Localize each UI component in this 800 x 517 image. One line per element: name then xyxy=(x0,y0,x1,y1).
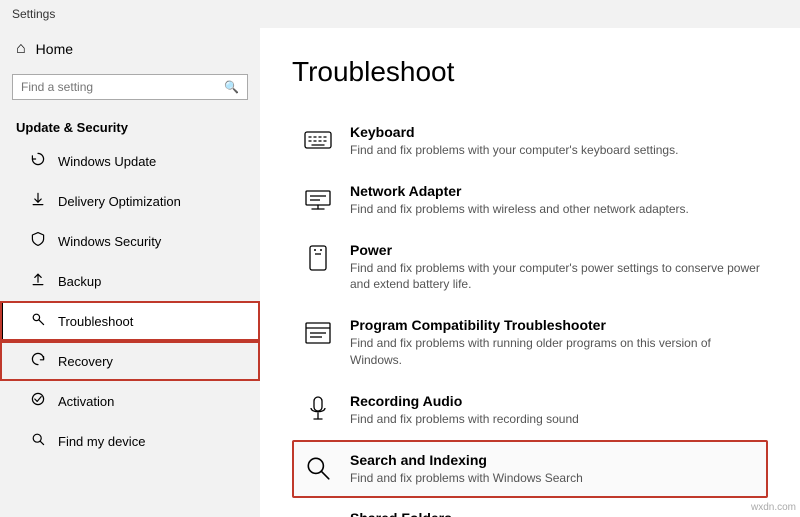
content-area: Troubleshoot xyxy=(260,28,800,517)
search-box[interactable]: 🔍 xyxy=(12,74,248,100)
sidebar-label-recovery: Recovery xyxy=(58,354,113,369)
folders-title: Shared Folders xyxy=(350,510,744,517)
search-input[interactable] xyxy=(21,80,224,94)
sidebar-label-windows-security: Windows Security xyxy=(58,234,161,249)
sidebar-item-home[interactable]: ⌂ Home xyxy=(0,28,260,70)
search-desc: Find and fix problems with Windows Searc… xyxy=(350,470,583,487)
sidebar-item-windows-security[interactable]: Windows Security xyxy=(0,221,260,261)
sidebar-item-windows-update[interactable]: Windows Update xyxy=(0,141,260,181)
power-title: Power xyxy=(350,242,760,258)
keyboard-desc: Find and fix problems with your computer… xyxy=(350,142,678,159)
home-label: Home xyxy=(36,41,73,57)
program-text: Program Compatibility Troubleshooter Fin… xyxy=(350,317,760,369)
troubleshoot-item-keyboard[interactable]: Keyboard Find and fix problems with your… xyxy=(292,112,768,171)
folders-text: Shared Folders Find and fix problems wit… xyxy=(350,510,744,517)
program-desc: Find and fix problems with running older… xyxy=(350,335,760,369)
keyboard-icon xyxy=(300,124,336,154)
watermark: wxdn.com xyxy=(751,502,796,513)
sidebar: ⌂ Home 🔍 Update & Security Windows Updat… xyxy=(0,28,260,517)
sidebar-label-find-my-device: Find my device xyxy=(58,434,145,449)
network-desc: Find and fix problems with wireless and … xyxy=(350,201,689,218)
find-my-device-icon xyxy=(28,431,48,451)
program-icon xyxy=(300,317,336,347)
keyboard-title: Keyboard xyxy=(350,124,678,140)
troubleshoot-item-program[interactable]: Program Compatibility Troubleshooter Fin… xyxy=(292,305,768,381)
audio-text: Recording Audio Find and fix problems wi… xyxy=(350,393,579,428)
audio-title: Recording Audio xyxy=(350,393,579,409)
search-and-indexing-icon xyxy=(300,452,336,482)
network-icon xyxy=(300,183,336,213)
page-title: Troubleshoot xyxy=(292,56,768,88)
sidebar-label-troubleshoot: Troubleshoot xyxy=(58,314,133,329)
windows-update-icon xyxy=(28,151,48,171)
search-text: Search and Indexing Find and fix problem… xyxy=(350,452,583,487)
keyboard-text: Keyboard Find and fix problems with your… xyxy=(350,124,678,159)
troubleshoot-item-power[interactable]: Power Find and fix problems with your co… xyxy=(292,230,768,306)
sidebar-item-backup[interactable]: Backup xyxy=(0,261,260,301)
power-desc: Find and fix problems with your computer… xyxy=(350,260,760,294)
troubleshoot-icon xyxy=(28,311,48,331)
sidebar-label-windows-update: Windows Update xyxy=(58,154,156,169)
sidebar-item-find-my-device[interactable]: Find my device xyxy=(0,421,260,461)
delivery-optimization-icon xyxy=(28,191,48,211)
title-bar-text: Settings xyxy=(12,7,55,21)
sidebar-item-activation[interactable]: Activation xyxy=(0,381,260,421)
sidebar-item-delivery-optimization[interactable]: Delivery Optimization xyxy=(0,181,260,221)
sidebar-item-troubleshoot[interactable]: Troubleshoot xyxy=(0,301,260,341)
main-container: ⌂ Home 🔍 Update & Security Windows Updat… xyxy=(0,28,800,517)
home-icon: ⌂ xyxy=(16,40,26,58)
recovery-icon xyxy=(28,351,48,371)
windows-security-icon xyxy=(28,231,48,251)
audio-desc: Find and fix problems with recording sou… xyxy=(350,411,579,428)
sidebar-label-delivery-optimization: Delivery Optimization xyxy=(58,194,181,209)
program-title: Program Compatibility Troubleshooter xyxy=(350,317,760,333)
search-icon: 🔍 xyxy=(224,80,239,94)
sidebar-label-activation: Activation xyxy=(58,394,114,409)
power-icon xyxy=(300,242,336,272)
troubleshoot-item-folders[interactable]: Shared Folders Find and fix problems wit… xyxy=(292,498,768,517)
troubleshoot-item-audio[interactable]: Recording Audio Find and fix problems wi… xyxy=(292,381,768,440)
troubleshoot-item-search[interactable]: Search and Indexing Find and fix problem… xyxy=(292,440,768,499)
network-text: Network Adapter Find and fix problems wi… xyxy=(350,183,689,218)
network-title: Network Adapter xyxy=(350,183,689,199)
activation-icon xyxy=(28,391,48,411)
title-bar: Settings xyxy=(0,0,800,28)
shared-folders-icon xyxy=(300,510,336,517)
power-text: Power Find and fix problems with your co… xyxy=(350,242,760,294)
audio-icon xyxy=(300,393,336,423)
sidebar-label-backup: Backup xyxy=(58,274,101,289)
search-title: Search and Indexing xyxy=(350,452,583,468)
sidebar-item-recovery[interactable]: Recovery xyxy=(0,341,260,381)
backup-icon xyxy=(28,271,48,291)
troubleshoot-item-network[interactable]: Network Adapter Find and fix problems wi… xyxy=(292,171,768,230)
section-header: Update & Security xyxy=(0,112,260,141)
troubleshoot-list: Keyboard Find and fix problems with your… xyxy=(292,112,768,517)
